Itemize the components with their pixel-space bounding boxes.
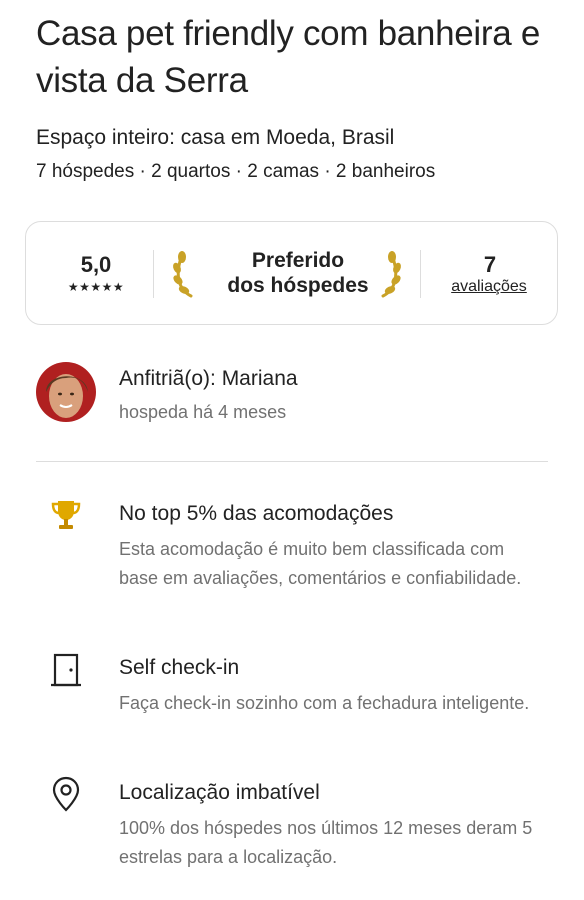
- listing-title: Casa pet friendly com banheira e vista d…: [36, 14, 541, 100]
- laurel-right-icon: [381, 251, 401, 298]
- badge-line-1: Preferido: [251, 249, 345, 272]
- card-divider: [420, 250, 421, 298]
- badge-line-2: dos hóspedes: [227, 274, 369, 297]
- rating-stars: ★★★★★: [67, 280, 125, 294]
- feature-description: Faça check-in sozinho com a fechadura in…: [119, 693, 530, 713]
- host-since: hospeda há 4 meses: [119, 402, 287, 422]
- card-divider: [153, 250, 154, 298]
- door-icon: [51, 653, 81, 687]
- rating-card: 5,0 ★★★★★ Preferido dos hóspedes 7 avali…: [25, 221, 558, 325]
- guest-favorite-badge: Preferido dos hóspedes: [198, 248, 398, 298]
- rating-score: 5,0: [80, 252, 112, 277]
- location-pin-icon: [52, 776, 80, 812]
- feature-description: Esta acomodação é muito bem classificada…: [119, 539, 522, 588]
- laurel-left-icon: [173, 251, 193, 298]
- listing-subtitle: Espaço inteiro: casa em Moeda, Brasil: [36, 126, 395, 149]
- trophy-icon: [51, 501, 81, 529]
- host-avatar[interactable]: [36, 362, 96, 422]
- listing-details: 7 hóspedes · 2 quartos · 2 camas · 2 ban…: [36, 161, 436, 182]
- feature-title: Localização imbatível: [119, 781, 320, 804]
- reviews-link[interactable]: avaliações: [434, 278, 544, 296]
- reviews-count: 7: [483, 252, 497, 277]
- section-divider: [36, 461, 548, 462]
- host-name[interactable]: Anfitriã(o): Mariana: [119, 366, 298, 392]
- feature-description: 100% dos hóspedes nos últimos 12 meses d…: [119, 818, 533, 867]
- feature-title: No top 5% das acomodações: [119, 502, 394, 525]
- feature-title: Self check-in: [119, 656, 240, 679]
